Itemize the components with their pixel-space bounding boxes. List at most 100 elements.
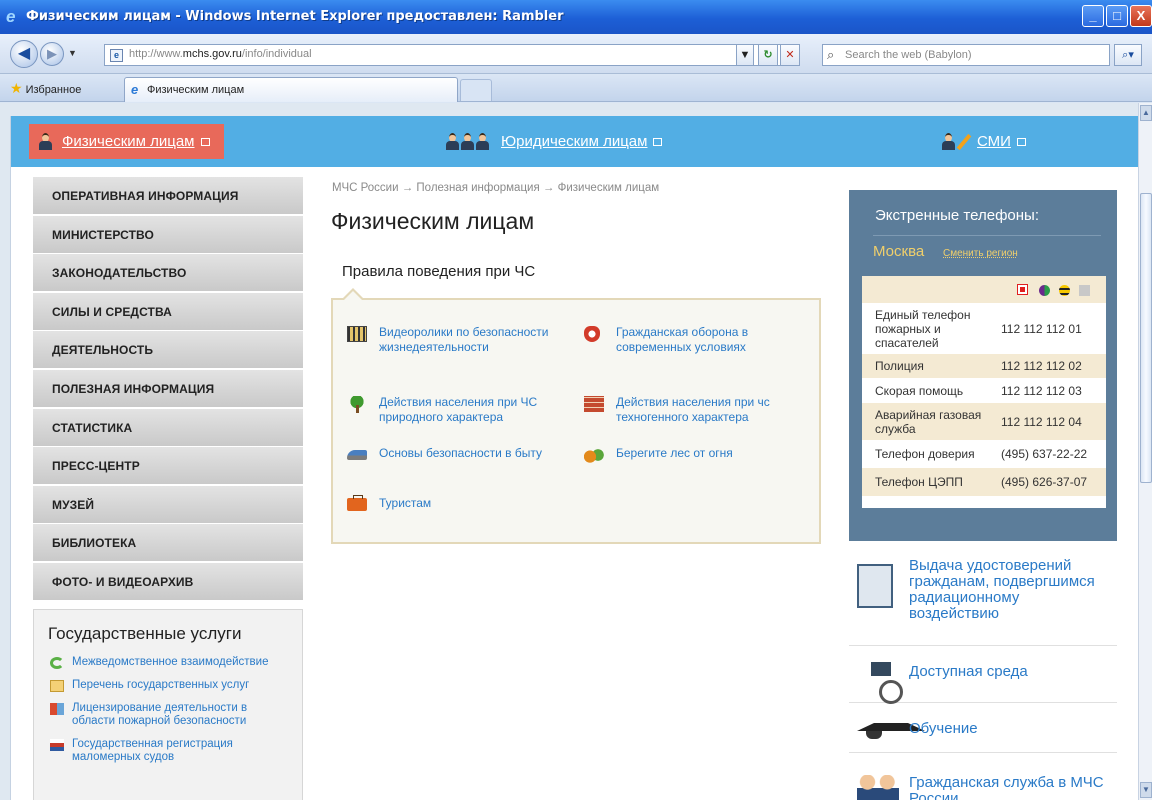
address-field[interactable]: e http://www.mchs.gov.ru/info/individual: [104, 44, 800, 66]
civil-defense-icon: [584, 326, 600, 342]
nav-item-library[interactable]: Библиотека: [33, 524, 303, 563]
emergency-phones-title: Экстренные телефоны:: [875, 207, 1039, 224]
service-link-list[interactable]: Перечень государственных услуг: [48, 679, 290, 692]
person-icon: [942, 133, 955, 150]
category-legal[interactable]: Юридическим лицам: [446, 116, 663, 167]
rule-link-home-safety[interactable]: Основы безопасности в быту: [347, 446, 557, 461]
phone-row: Телефон ЦЭПП (495) 626-37-07: [862, 468, 1106, 496]
scroll-up-icon[interactable]: ▲: [1140, 105, 1152, 121]
refresh-icon: [50, 657, 64, 669]
breadcrumb[interactable]: МЧС России → Полезная информация → Физич…: [332, 182, 659, 194]
service-link-interagency[interactable]: Межведомственное взаимодействие: [48, 656, 290, 669]
window-titlebar: e Физическим лицам - Windows Internet Ex…: [0, 0, 1152, 34]
browser-viewport: Физическим лицам Юридическим лицам СМИ О…: [0, 103, 1152, 800]
phone-row: Телефон доверия (495) 637-22-22: [875, 447, 1088, 461]
phone-row: Скорая помощь 112 112 112 03: [875, 383, 1082, 398]
gov-services-title: Государственные услуги: [48, 624, 242, 643]
rule-link-natural[interactable]: Действия населения при ЧС природного хар…: [347, 395, 557, 425]
mts-icon[interactable]: [1017, 284, 1028, 295]
gov-services-panel: Государственные услуги Межведомственное …: [33, 609, 303, 800]
rules-notch: [342, 288, 364, 300]
nav-item-operational[interactable]: Оперативная информация: [33, 177, 303, 215]
forward-button[interactable]: ▶: [40, 42, 64, 66]
divider: [873, 235, 1101, 236]
tab-label: Физическим лицам: [147, 84, 245, 96]
close-button[interactable]: X: [1130, 5, 1152, 27]
document-icon: [50, 680, 64, 692]
maximize-button[interactable]: □: [1106, 5, 1128, 27]
search-icon: ⌕: [827, 47, 835, 62]
phone-row: Полиция 112 112 112 02: [862, 354, 1106, 378]
nav-item-museum[interactable]: Музей: [33, 485, 303, 524]
nav-item-legislation[interactable]: Законодательство: [33, 254, 303, 293]
stop-button[interactable]: ✕: [780, 44, 800, 66]
rule-link-tourists[interactable]: Туристам: [347, 495, 557, 511]
minimize-button[interactable]: _: [1082, 5, 1104, 27]
tree-icon: [347, 396, 367, 413]
category-individuals[interactable]: Физическим лицам: [29, 124, 224, 159]
person-icon: [446, 133, 459, 150]
rule-link-technogenic[interactable]: Действия населения при чс техногенного х…: [584, 395, 794, 425]
history-dropdown-icon[interactable]: ▼: [68, 48, 77, 58]
window-title: Физическим лицам - Windows Internet Expl…: [26, 9, 564, 24]
new-tab-button[interactable]: [460, 79, 492, 101]
boat-icon: [50, 739, 64, 751]
dropdown-box-icon: [653, 137, 663, 146]
rule-link-civil-defense[interactable]: Гражданская оборона в современных услови…: [584, 325, 794, 355]
emergency-phones-panel: Экстренные телефоны: Москва Сменить реги…: [849, 190, 1117, 541]
service-link-licensing[interactable]: Лицензирование деятельности в области по…: [48, 702, 290, 728]
web-page: Физическим лицам Юридическим лицам СМИ О…: [10, 116, 1139, 800]
page-title: Физическим лицам: [331, 208, 535, 234]
ie-tab-icon: e: [131, 82, 139, 97]
change-region-link[interactable]: Сменить регион: [943, 248, 1018, 259]
search-input[interactable]: ⌕ Search the web (Babylon): [822, 44, 1110, 66]
graduation-cap-icon: [857, 719, 925, 739]
star-icon: ★: [10, 80, 23, 96]
promo-radiation-certificates[interactable]: Выдача удостоверений гражданам, подвергш…: [849, 550, 1117, 646]
person-icon: [476, 133, 489, 150]
dropdown-box-icon: [200, 137, 210, 146]
bricks-icon: [584, 396, 604, 412]
page-favicon-icon: e: [110, 49, 123, 62]
promo-civil-service[interactable]: Гражданская служба в МЧС России: [849, 753, 1117, 800]
scroll-thumb[interactable]: [1140, 193, 1152, 483]
nav-item-statistics[interactable]: Статистика: [33, 408, 303, 447]
nav-item-press-center[interactable]: Пресс-центр: [33, 447, 303, 486]
category-media[interactable]: СМИ: [942, 116, 1026, 167]
refresh-button[interactable]: ↻: [758, 44, 778, 66]
nav-item-ministry[interactable]: Министерство: [33, 215, 303, 254]
person-icon: [39, 133, 52, 150]
accessibility-icon: [857, 662, 903, 704]
tab-bar: ★ Избранное e Физическим лицам: [0, 74, 1152, 102]
beeline-icon[interactable]: [1059, 285, 1070, 296]
address-toolbar: ◀ ▶ ▼ e http://www.mchs.gov.ru/info/indi…: [0, 34, 1152, 74]
back-button[interactable]: ◀: [10, 40, 38, 68]
tab-individuals[interactable]: e Физическим лицам: [124, 77, 458, 102]
scroll-down-icon[interactable]: ▼: [1140, 782, 1152, 798]
megafon-icon[interactable]: [1039, 285, 1050, 296]
iron-icon: [347, 450, 367, 460]
search-placeholder: Search the web (Babylon): [845, 49, 972, 61]
favorites-button[interactable]: ★ Избранное: [10, 80, 81, 97]
person-icon: [461, 133, 474, 150]
rules-title: Правила поведения при ЧС: [342, 263, 536, 280]
dropdown-box-icon: [1016, 137, 1026, 146]
url-text: http://www.mchs.gov.ru/info/individual: [129, 48, 312, 60]
search-go-button[interactable]: ⌕▾: [1114, 44, 1142, 66]
nav-item-forces[interactable]: Силы и средства: [33, 292, 303, 331]
pen-icon: [956, 133, 972, 150]
service-link-boat-registration[interactable]: Государственная регистрация маломерных с…: [48, 738, 290, 764]
other-operator-icon[interactable]: [1079, 285, 1090, 296]
vertical-scrollbar[interactable]: ▲ ▼: [1138, 103, 1152, 800]
nav-item-activity[interactable]: Деятельность: [33, 331, 303, 370]
rule-link-forest-fire[interactable]: Берегите лес от огня: [584, 446, 794, 463]
ie-logo-icon: e: [6, 7, 16, 26]
nav-item-useful-info[interactable]: Полезная информация: [33, 369, 303, 408]
address-dropdown-button[interactable]: ▼: [736, 44, 754, 66]
operators-row: [862, 276, 1106, 303]
promo-accessible-environment[interactable]: Доступная среда: [849, 646, 1117, 704]
promo-education[interactable]: Обучение: [849, 703, 1117, 753]
rule-link-videos[interactable]: Видеоролики по безопасности жизнедеятель…: [347, 325, 557, 355]
nav-item-media-archive[interactable]: Фото- и видеоархив: [33, 562, 303, 601]
phone-row: Аварийная газовая служба 112 112 112 04: [862, 403, 1106, 440]
